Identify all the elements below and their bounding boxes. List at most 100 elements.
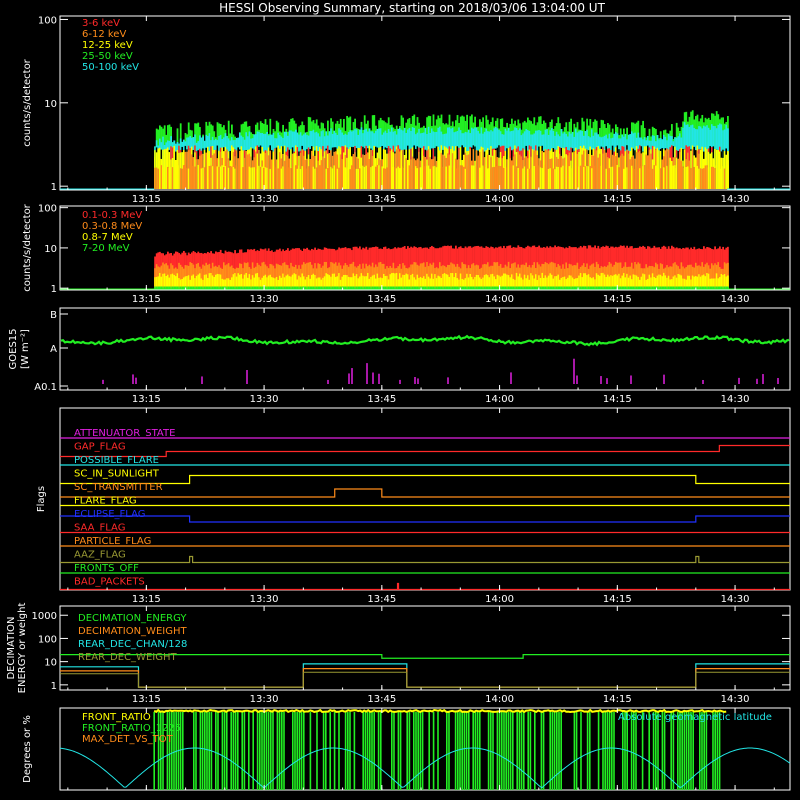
x-tick-label: 13:15 [132,694,161,705]
hxr-bar [346,168,348,189]
hxr-bar [544,164,547,189]
x-tick-label: 13:30 [250,394,279,405]
legend-entry: 0.1-0.3 MeV [82,210,142,221]
hxr-bar [592,165,595,189]
hxr-bar [387,165,390,189]
hxr-bar [290,168,292,189]
rear-dec-weight-trace [60,671,790,688]
hxr-bar [578,166,580,189]
hxr-bar [659,168,662,189]
hxr-bar [685,166,688,189]
hxr-bar [264,167,267,189]
hxr-bar [458,167,460,189]
hxr-bar [528,168,531,189]
hxr-bar [531,168,534,189]
hxr-bar [589,166,592,189]
hxr-bar [374,166,377,189]
hxr-bar [426,165,428,189]
hxr-bar [304,166,307,189]
x-tick-label: 14:30 [721,394,750,405]
hxr-bar [722,166,724,189]
hxr-bar [466,169,468,189]
x-tick-label: 13:15 [132,194,161,205]
hxr-bar [320,166,323,189]
hxr-bar [208,165,211,189]
legend-entry: Absolute geomagnetic latitude [618,712,772,723]
hxr-bar [427,165,430,189]
hxr-bar [469,165,472,189]
hxr-bar [517,167,520,189]
hxr-bar [179,168,182,189]
hxr-bar [640,166,643,189]
hxr-bar [552,168,555,189]
hxr-bar [712,166,715,189]
hxr-bar [376,164,379,189]
x-tick-label: 13:30 [250,194,279,205]
x-tick-label: 13:30 [250,694,279,705]
hxr-bar [720,168,723,189]
hxr-bar [608,168,611,189]
hxr-bar [240,166,243,189]
x-tick-label: 14:15 [603,594,632,605]
hxr-bar [429,168,432,189]
y-tick-label: 10 [44,244,57,255]
hxr-bar [568,166,571,189]
hxr-bar [310,165,313,189]
x-tick-label: 13:45 [367,194,396,205]
hxr-bar [480,167,483,189]
y-tick-label: 1 [51,284,57,295]
hxr-bar [613,165,616,189]
y-axis-label: GOES15 [8,328,19,369]
hxr-bar [590,168,593,189]
hxr-bar [331,168,334,189]
figure-title: HESSI Observing Summary, starting on 201… [219,1,605,15]
goes-low-trace [60,334,790,347]
hxr-bar [651,168,654,189]
hxr-bar [160,165,163,189]
hxr-bar [574,168,577,189]
x-tick-label: 13:45 [367,594,396,605]
hxr-bar [395,168,398,189]
decimation-panel: 1 10 100 1000 DECIMATION_ENERGY DECIMATION_WE… [6,603,791,705]
hxr-bar [450,168,452,189]
hxr-bar [403,167,406,189]
hxr-bar [549,168,552,189]
hxr-bar [595,165,598,189]
hxr-bar [686,166,689,189]
hxr-bar [248,166,251,189]
x-tick-label: 14:00 [485,194,514,205]
legend-entry: FRONT_RATIO [82,712,151,723]
hxr-bar [368,167,371,189]
hxr-bar [245,166,248,189]
hxr-bar [176,168,179,189]
legend-entry: 3-6 keV [82,18,120,29]
hxr-bar [603,169,606,189]
hxr-bar [282,166,284,189]
hxr-bar [363,166,366,189]
legend-entry: 7-20 MeV [82,243,130,254]
hxr-bar [507,165,510,189]
hxr-bar [456,168,459,189]
hxr-bar [717,168,720,189]
hxr-bar [338,167,340,189]
hxr-bar [555,166,558,189]
hxr-bar [170,167,172,189]
hxr-bar [210,165,212,189]
hxr-bar [723,168,726,189]
hxr-bar [336,168,339,189]
y-tick-label: 10 [44,658,57,669]
hxr-bar [411,168,414,189]
hxr-bar [328,167,331,189]
hxr-bar [253,167,256,189]
flag-trace [60,488,790,498]
hxr-bar [173,165,176,189]
hxr-bar [216,166,219,189]
hxr-bar [488,167,491,189]
hxr-bar [154,167,156,189]
hxr-bar [579,165,582,189]
hxr-bar [594,165,596,189]
hxr-bar [677,166,680,189]
hxr-bar [256,168,259,189]
hxr-bar [565,166,568,189]
hxr-bar [446,168,449,189]
